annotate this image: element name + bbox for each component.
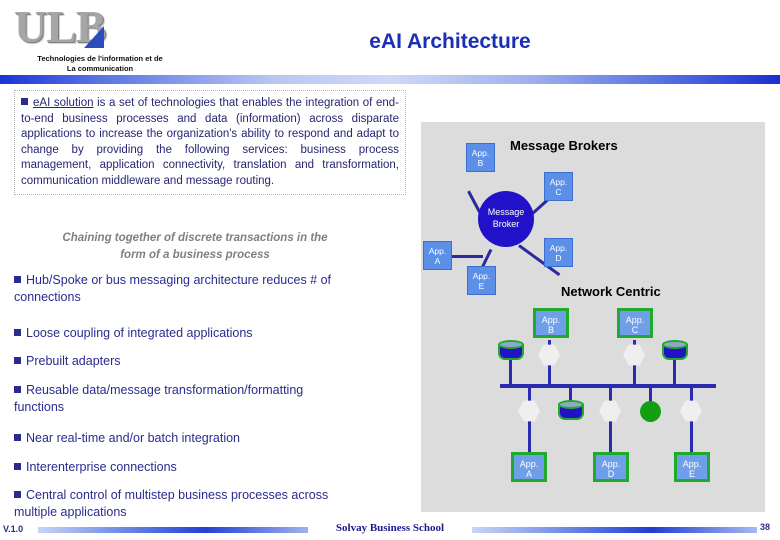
logo-subtitle: Technologies de l'information et de La c… xyxy=(10,54,190,74)
db-top xyxy=(662,340,688,349)
definition-body: is a set of technologies that enables th… xyxy=(21,97,399,187)
hub-app-b-line2: B xyxy=(477,158,484,168)
chaining-note: Chaining together of discrete transactio… xyxy=(30,230,360,264)
chaining-note-line2: form of a business process xyxy=(120,249,270,261)
hub-app-e-line2: E xyxy=(478,281,485,291)
page-number: 38 xyxy=(760,522,771,532)
hub-app-c: App. C xyxy=(544,172,573,201)
bullet-square-icon xyxy=(14,463,21,470)
bullet-item-1-label: Hub/Spoke or bus messaging architecture … xyxy=(14,273,332,304)
hub-app-d: App. D xyxy=(544,238,573,267)
bus-diagram-caption: Network Centric xyxy=(561,284,661,299)
database-cylinder-icon-3 xyxy=(558,400,584,422)
hub-app-a-line1: App. xyxy=(428,246,447,256)
bus-app-e: App. E xyxy=(674,452,710,482)
bullet-item-2: Loose coupling of integrated application… xyxy=(14,325,414,342)
bullet-square-icon xyxy=(14,434,21,441)
bullet-square-icon xyxy=(21,98,28,105)
bullet-square-icon xyxy=(14,491,21,498)
bus-app-d: App. D xyxy=(593,452,629,482)
bus-app-d-line2: D xyxy=(607,469,615,479)
bullet-square-icon xyxy=(14,357,21,364)
bullet-item-1: Hub/Spoke or bus messaging architecture … xyxy=(14,272,344,306)
bullet-item-5-label: Near real-time and/or batch integration xyxy=(26,431,241,445)
hub-app-e-line1: App. xyxy=(472,271,491,281)
bus-app-a: App. A xyxy=(511,452,547,482)
bullet-item-7: Central control of multistep business pr… xyxy=(14,487,374,521)
spoke-line-a xyxy=(451,255,483,258)
db-top xyxy=(498,340,524,349)
ulb-logo: ULB xyxy=(14,4,164,52)
database-cylinder-icon-2 xyxy=(662,340,688,362)
hub-app-b: App. B xyxy=(466,143,495,172)
adapter-hexagon-icon-4 xyxy=(599,400,621,422)
bullet-square-icon xyxy=(14,329,21,336)
adapter-hexagon-icon-3 xyxy=(518,400,540,422)
footer-gradient-bar-right xyxy=(472,527,757,533)
bullet-item-4-label: Reusable data/message transformation/for… xyxy=(14,383,304,414)
bus-app-e-line1: App. xyxy=(682,459,702,469)
slide: ULB Technologies de l'information et de … xyxy=(0,0,780,540)
bullet-item-3: Prebuilt adapters xyxy=(14,353,414,370)
hub-app-a: App. A xyxy=(423,241,452,270)
bullet-item-5: Near real-time and/or batch integration xyxy=(14,430,414,447)
hub-app-c-line1: App. xyxy=(549,177,568,187)
hub-app-b-line1: App. xyxy=(471,148,490,158)
bullet-item-7-label: Central control of multistep business pr… xyxy=(14,488,329,519)
header-gradient-bar xyxy=(0,75,780,84)
bullet-item-3-label: Prebuilt adapters xyxy=(26,354,121,368)
bus-app-c-line1: App. xyxy=(625,315,645,325)
green-circle-node-icon xyxy=(640,401,661,422)
school-name: Solvay Business School xyxy=(335,522,445,534)
message-broker-line1: Message xyxy=(487,207,525,217)
bus-app-b-line1: App. xyxy=(541,315,561,325)
db-top xyxy=(558,400,584,409)
bus-app-d-line1: App. xyxy=(601,459,621,469)
bus-drop-app-d xyxy=(609,387,612,457)
bus-app-c: App. C xyxy=(617,308,653,338)
chaining-note-line1: Chaining together of discrete transactio… xyxy=(62,232,328,244)
page-title: eAI Architecture xyxy=(369,30,531,53)
definition-term: eAI solution xyxy=(33,97,94,109)
bullet-square-icon xyxy=(14,386,21,393)
ulb-logo-triangle-icon xyxy=(84,26,104,48)
adapter-hexagon-icon-5 xyxy=(680,400,702,422)
bus-app-a-line2: A xyxy=(525,469,532,479)
bus-app-e-line2: E xyxy=(688,469,695,479)
hub-app-e: App. E xyxy=(467,266,496,295)
bus-app-b: App. B xyxy=(533,308,569,338)
version-label: V.1.0 xyxy=(3,524,24,534)
logo-subtitle-line2: La communication xyxy=(66,64,134,73)
bus-drop-app-a xyxy=(528,387,531,457)
architecture-diagram-panel: Message Brokers Message Broker App. A Ap… xyxy=(421,122,765,512)
adapter-hexagon-icon-2 xyxy=(623,344,645,366)
hub-app-d-line1: App. xyxy=(549,243,568,253)
bus-app-a-line1: App. xyxy=(519,459,539,469)
bus-backbone-line xyxy=(500,384,716,388)
definition-textbox: eAI solution is a set of technologies th… xyxy=(14,90,406,195)
bus-drop-app-e xyxy=(690,387,693,457)
bus-app-c-line2: C xyxy=(631,325,639,335)
bus-app-b-line2: B xyxy=(547,325,554,335)
bullet-item-6: Interenterprise connections xyxy=(14,459,414,476)
message-broker-node: Message Broker xyxy=(478,191,534,247)
bullet-item-4: Reusable data/message transformation/for… xyxy=(14,382,314,416)
hub-app-c-line2: C xyxy=(555,187,562,197)
bullet-item-2-label: Loose coupling of integrated application… xyxy=(26,326,253,340)
logo-subtitle-line1: Technologies de l'information et de xyxy=(37,54,163,63)
bullet-item-6-label: Interenterprise connections xyxy=(26,460,177,474)
hub-app-a-line2: A xyxy=(434,256,441,266)
message-broker-line2: Broker xyxy=(492,219,520,229)
bullet-square-icon xyxy=(14,276,21,283)
hub-app-d-line2: D xyxy=(555,253,562,263)
hub-diagram-caption: Message Brokers xyxy=(510,138,618,153)
adapter-hexagon-icon-1 xyxy=(538,344,560,366)
database-cylinder-icon-1 xyxy=(498,340,524,362)
footer-gradient-bar-left xyxy=(38,527,308,533)
